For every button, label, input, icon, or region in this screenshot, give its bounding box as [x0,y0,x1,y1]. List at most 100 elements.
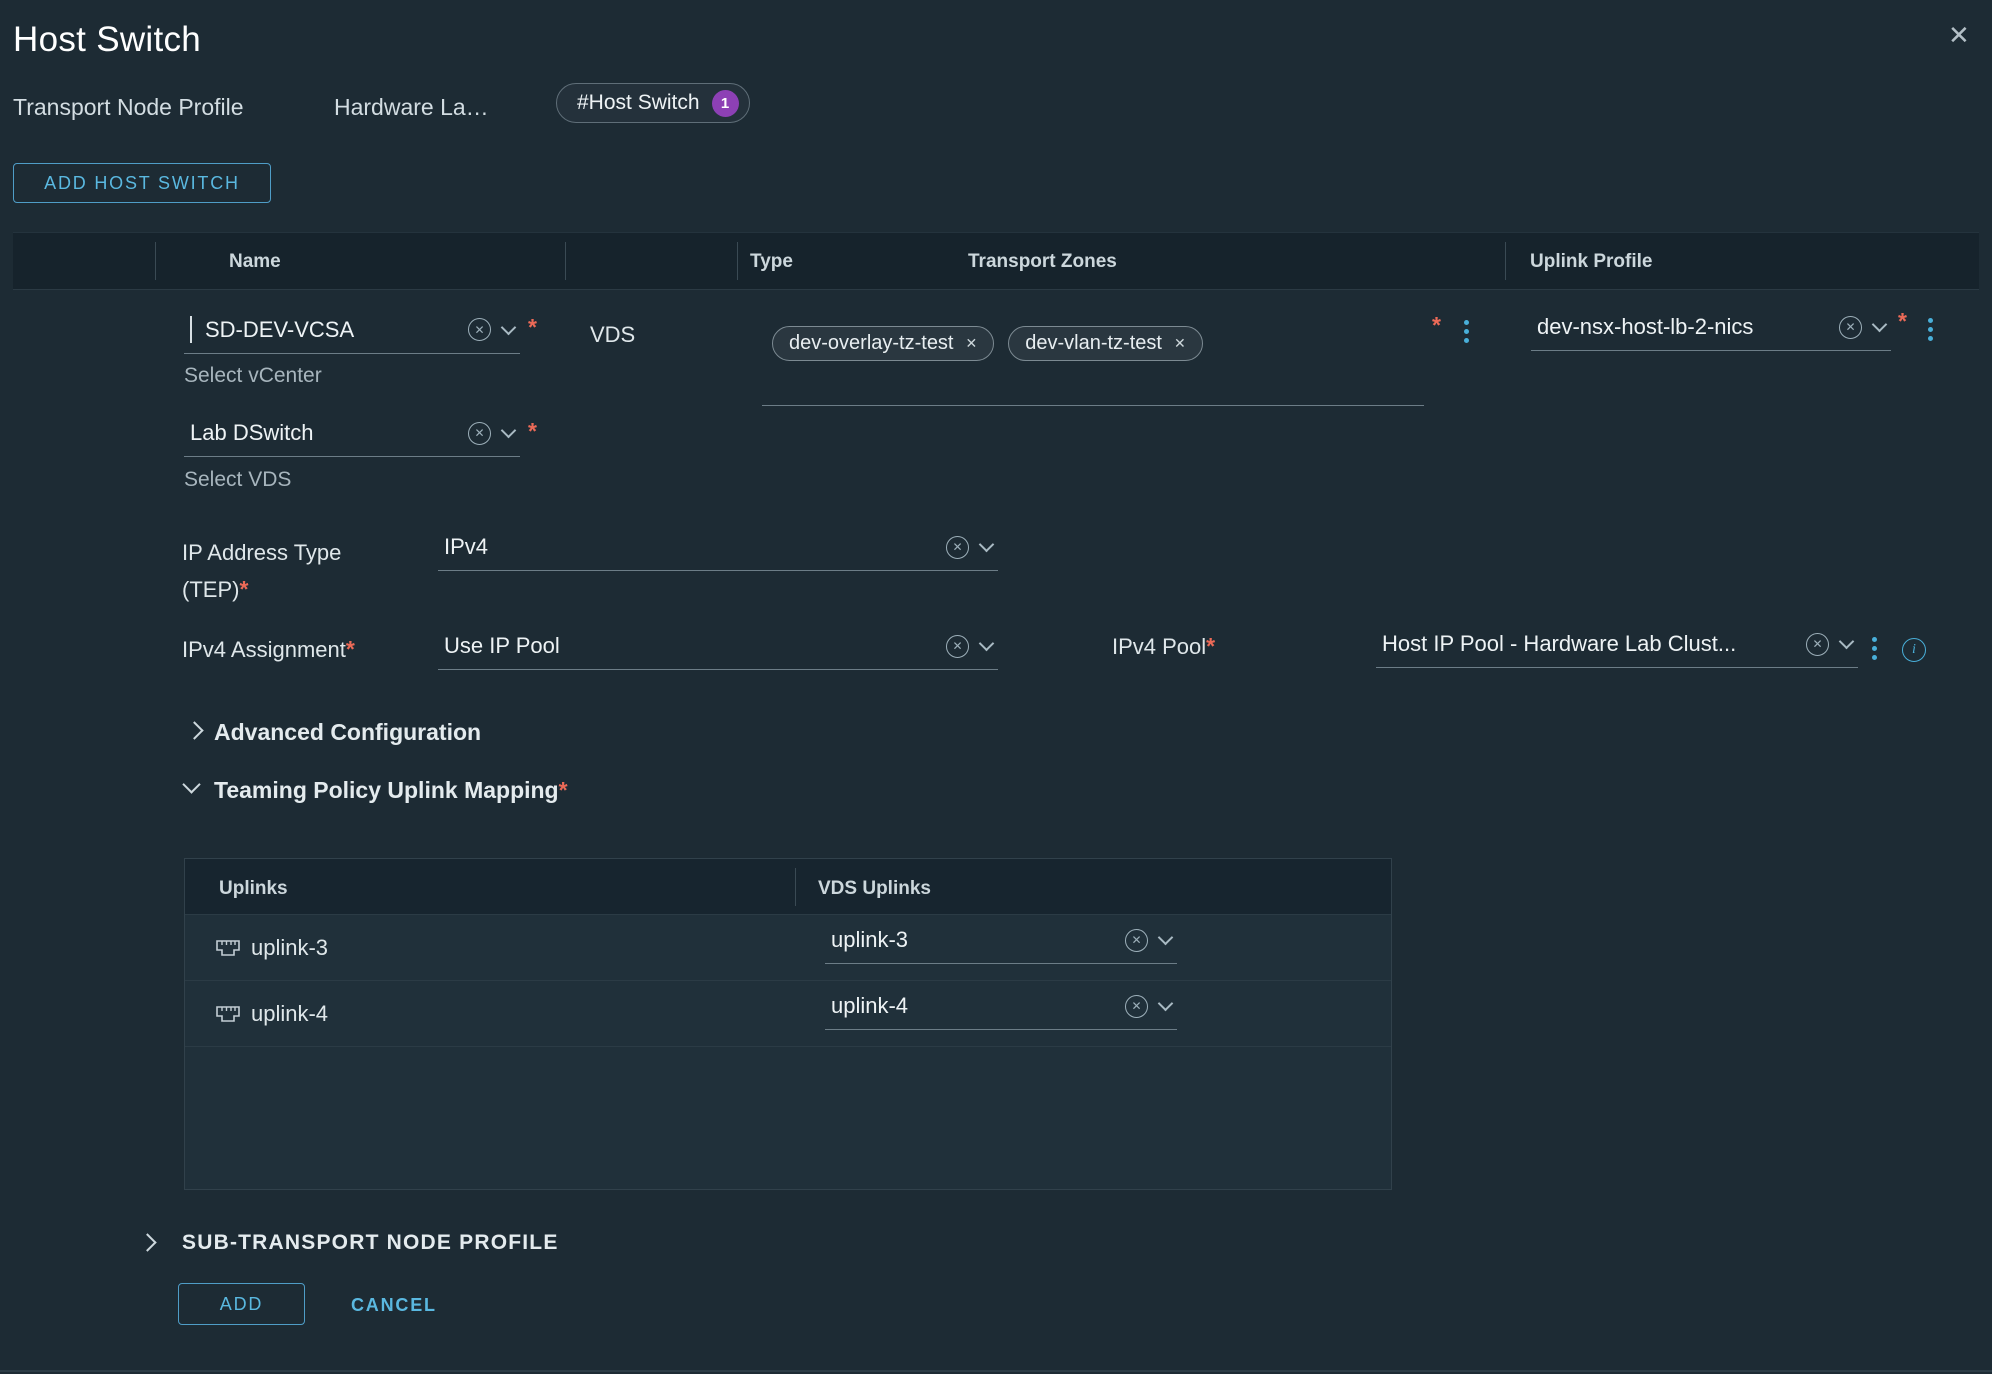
clear-icon[interactable] [946,635,969,658]
uplink-name: uplink-4 [251,1001,328,1027]
clear-icon[interactable] [946,536,969,559]
column-divider [795,868,796,906]
text-cursor [190,316,192,343]
chip-label: dev-overlay-tz-test [789,332,954,355]
vds-value: Lab DSwitch [190,420,456,446]
column-header-vds-uplinks: VDS Uplinks [818,878,931,900]
chevron-down-icon[interactable] [979,636,995,652]
required-asterisk: * [528,418,537,445]
vcenter-helper: Select vCenter [184,364,322,388]
chevron-right-icon[interactable] [138,1233,156,1251]
table-row: uplink-3 uplink-3 [185,915,1391,981]
column-divider [565,242,566,280]
page-title: Host Switch [13,20,201,60]
remove-icon[interactable]: ✕ [1174,335,1186,352]
column-header-name: Name [229,251,281,273]
column-divider [737,242,738,280]
ipv4-pool-label-wrap: IPv4 Pool* [1112,633,1215,660]
tab-hardware-launcher[interactable]: Hardware La… [334,94,489,121]
teaming-table-header: Uplinks VDS Uplinks [185,859,1391,915]
info-icon[interactable] [1902,638,1926,662]
vds-helper: Select VDS [184,468,291,492]
required-asterisk: * [346,636,355,662]
tab-host-switch-label: #Host Switch [577,91,700,115]
nic-port-icon [215,1004,241,1024]
transport-zone-chips: dev-overlay-tz-test ✕ dev-vlan-tz-test ✕ [772,326,1424,361]
ipv4-pool-select[interactable]: Host IP Pool - Hardware Lab Clust... [1376,629,1858,668]
add-button[interactable]: ADD [178,1283,305,1325]
vds-uplink-select[interactable]: uplink-3 [825,925,1177,964]
switch-type-value: VDS [590,322,635,348]
clear-icon[interactable] [468,318,491,341]
required-asterisk: * [1432,312,1441,339]
chevron-down-icon[interactable] [1872,317,1888,333]
add-host-switch-button[interactable]: ADD HOST SWITCH [13,163,271,203]
required-asterisk: * [239,576,248,602]
vds-select[interactable]: Lab DSwitch [184,418,520,457]
clear-icon[interactable] [1125,929,1148,952]
table-row: uplink-4 uplink-4 [185,981,1391,1047]
column-divider [1505,242,1506,280]
clear-icon[interactable] [468,422,491,445]
ipv4-pool-menu-icon[interactable] [1868,633,1881,664]
tab-host-switch[interactable]: #Host Switch 1 [556,83,750,123]
uplink-profile-menu-icon[interactable] [1924,314,1937,345]
teaming-uplink-table: Uplinks VDS Uplinks uplink-3 uplink-3 up… [184,858,1392,1190]
sub-transport-node-profile-section[interactable]: SUB-TRANSPORT NODE PROFILE [182,1231,559,1255]
required-asterisk: * [1898,308,1907,335]
ip-address-type-select[interactable]: IPv4 [438,532,998,571]
chevron-down-icon[interactable] [1158,996,1174,1012]
chip-label: dev-vlan-tz-test [1025,332,1162,355]
clear-icon[interactable] [1839,316,1862,339]
chevron-down-icon[interactable] [501,319,517,335]
vcenter-select[interactable]: SD-DEV-VCSA [184,314,520,354]
ip-address-type-value: IPv4 [444,534,934,560]
teaming-policy-section[interactable]: Teaming Policy Uplink Mapping* [214,777,568,804]
transport-zones-menu-icon[interactable] [1460,316,1473,347]
close-icon[interactable]: ✕ [1948,20,1970,51]
column-divider [155,242,156,280]
vds-uplink-value: uplink-4 [831,993,1113,1019]
host-switch-panel: Host Switch ✕ Transport Node Profile Har… [0,0,1992,1374]
vds-uplink-value: uplink-3 [831,927,1113,953]
ipv4-assignment-label-wrap: IPv4 Assignment* [182,636,355,663]
transport-zones-field[interactable]: dev-overlay-tz-test ✕ dev-vlan-tz-test ✕ [762,320,1424,406]
vcenter-value: SD-DEV-VCSA [205,317,456,343]
vds-uplink-select[interactable]: uplink-4 [825,991,1177,1030]
ipv4-assignment-label: IPv4 Assignment [182,637,346,662]
bottom-divider [0,1370,1992,1372]
chevron-down-icon[interactable] [501,423,517,439]
uplink-profile-value: dev-nsx-host-lb-2-nics [1537,314,1827,340]
chevron-down-icon[interactable] [979,537,995,553]
chevron-down-icon[interactable] [182,775,200,793]
uplink-profile-select[interactable]: dev-nsx-host-lb-2-nics [1531,312,1891,351]
ip-address-type-label-line2: (TEP)* [182,576,248,603]
transport-zone-chip[interactable]: dev-overlay-tz-test ✕ [772,326,994,361]
nic-port-icon [215,938,241,958]
tab-transport-node-profile[interactable]: Transport Node Profile [13,94,244,121]
teaming-policy-label: Teaming Policy Uplink Mapping [214,777,559,803]
tep-label: (TEP) [182,577,239,602]
chevron-down-icon[interactable] [1158,930,1174,946]
chevron-right-icon[interactable] [185,721,203,739]
ipv4-assignment-value: Use IP Pool [444,633,934,659]
remove-icon[interactable]: ✕ [966,335,978,352]
ipv4-assignment-select[interactable]: Use IP Pool [438,631,998,670]
chevron-down-icon[interactable] [1839,634,1855,650]
column-header-transport-zones: Transport Zones [968,251,1117,273]
ipv4-pool-label: IPv4 Pool [1112,634,1206,659]
transport-zone-chip[interactable]: dev-vlan-tz-test ✕ [1008,326,1202,361]
clear-icon[interactable] [1125,995,1148,1018]
clear-icon[interactable] [1806,633,1829,656]
cancel-button[interactable]: CANCEL [351,1295,437,1316]
column-header-type: Type [750,251,793,273]
ip-address-type-label: IP Address Type [182,540,341,566]
required-asterisk: * [528,314,537,341]
required-asterisk: * [1206,633,1215,659]
column-header-uplink-profile: Uplink Profile [1530,251,1652,273]
required-asterisk: * [559,777,568,803]
advanced-configuration-section[interactable]: Advanced Configuration [214,719,481,746]
uplink-name: uplink-3 [251,935,328,961]
ipv4-pool-value: Host IP Pool - Hardware Lab Clust... [1382,631,1794,657]
host-switch-count-badge: 1 [712,90,739,117]
